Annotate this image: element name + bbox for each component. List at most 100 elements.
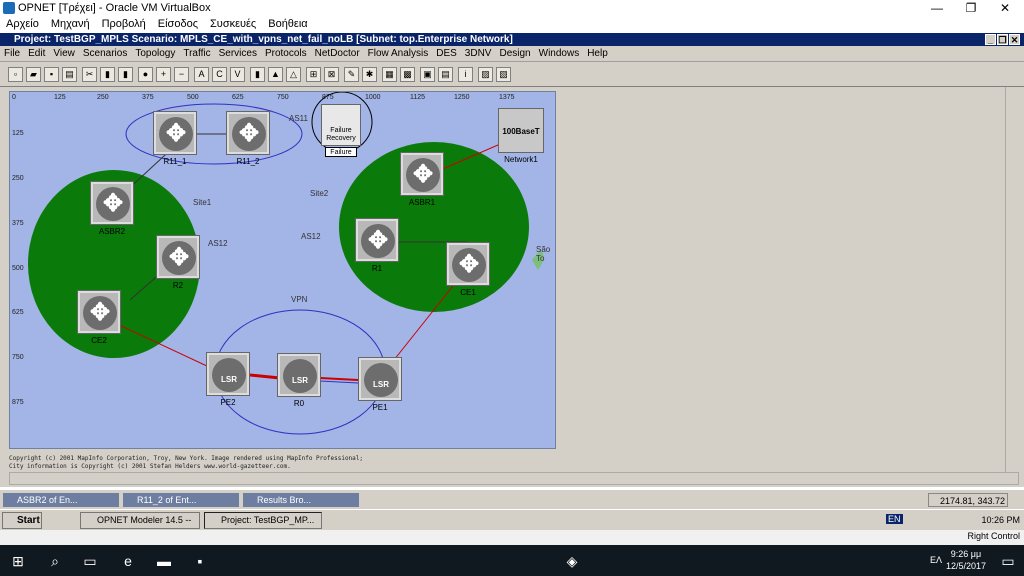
router-r0[interactable]: LSR xyxy=(277,353,321,397)
menu-file[interactable]: File xyxy=(0,46,24,62)
zoom-out-icon[interactable]: − xyxy=(174,67,189,82)
info-icon[interactable]: i xyxy=(458,67,473,82)
vbox-menu-file[interactable]: Αρχείο xyxy=(0,16,45,33)
router-pe1[interactable]: LSR xyxy=(358,357,402,401)
project-close-button[interactable]: ✕ xyxy=(1009,34,1020,45)
minimized-window-results[interactable]: Results Bro... xyxy=(243,493,359,507)
menu-windows[interactable]: Windows xyxy=(535,46,584,62)
results-icon[interactable]: ▩ xyxy=(400,67,415,82)
router-ce1-label: CE1 xyxy=(460,288,476,297)
failure-recovery-node[interactable]: Failure Recovery xyxy=(321,104,361,146)
menu-netdoctor[interactable]: NetDoctor xyxy=(311,46,364,62)
minimized-window-asbr2[interactable]: ASBR2 of En... xyxy=(3,493,119,507)
save-icon[interactable]: ▪ xyxy=(44,67,59,82)
vpn-label: VPN xyxy=(291,295,308,304)
task-opnet-modeler[interactable]: OPNET Modeler 14.5 -- E... xyxy=(80,512,200,540)
report-icon[interactable]: ▧ xyxy=(496,67,511,82)
link-icon[interactable]: ⊠ xyxy=(324,67,339,82)
triangle-icon[interactable]: △ xyxy=(286,67,301,82)
as12-mid-label: AS12 xyxy=(301,232,321,241)
close-button[interactable]: ✕ xyxy=(988,0,1022,16)
menu-topology[interactable]: Topology xyxy=(131,46,179,62)
menu-edit[interactable]: Edit xyxy=(24,46,49,62)
opnet-menubar: File Edit View Scenarios Topology Traffic Serv… xyxy=(0,46,1024,62)
router-asbr2[interactable] xyxy=(90,181,134,225)
vbox-menu-help[interactable]: Βοήθεια xyxy=(262,16,313,33)
windows-start-icon[interactable]: ⊞ xyxy=(8,551,28,571)
menu-help[interactable]: Help xyxy=(583,46,612,62)
minimize-button[interactable]: — xyxy=(920,0,954,16)
vbox-menu-view[interactable]: Προβολή xyxy=(96,16,152,33)
vbox-menu-devices[interactable]: Συσκευές xyxy=(204,16,262,33)
router-r2[interactable] xyxy=(156,235,200,279)
bar-icon[interactable]: ▮ xyxy=(250,67,265,82)
router-r1[interactable] xyxy=(355,218,399,262)
router-ce2[interactable] xyxy=(77,290,121,334)
cut-icon[interactable]: ✂ xyxy=(82,67,97,82)
menu-flow-analysis[interactable]: Flow Analysis xyxy=(364,46,433,62)
menu-scenarios[interactable]: Scenarios xyxy=(79,46,131,62)
edge-icon[interactable]: e xyxy=(118,551,138,571)
menu-view[interactable]: View xyxy=(49,46,79,62)
router-r11-1[interactable] xyxy=(153,111,197,155)
graph-icon[interactable]: ▦ xyxy=(382,67,397,82)
topo-icon[interactable]: ▲ xyxy=(268,67,283,82)
menu-traffic[interactable]: Traffic xyxy=(179,46,214,62)
virtualbox-taskbar-icon[interactable]: ◈ xyxy=(562,551,582,571)
recover-icon[interactable]: ▮ xyxy=(118,67,133,82)
ace-icon[interactable]: A xyxy=(194,67,209,82)
cursor-coordinates: 2174.81, 343.72 xyxy=(928,493,1008,507)
window-icon[interactable]: ▣ xyxy=(420,67,435,82)
router-asbr1-label: ASBR1 xyxy=(408,198,436,207)
vbox-menubar: Αρχείο Μηχανή Προβολή Είσοδος Συσκευές Βοήθει… xyxy=(0,16,1024,33)
menu-protocols[interactable]: Protocols xyxy=(261,46,311,62)
router-pe1-label: PE1 xyxy=(372,403,388,412)
grid-icon[interactable]: ⊞ xyxy=(306,67,321,82)
horizontal-scrollbar[interactable] xyxy=(9,472,1019,485)
search-icon[interactable]: ⌕ xyxy=(45,551,65,571)
menu-des[interactable]: DES xyxy=(432,46,461,62)
maximize-button[interactable]: ❐ xyxy=(954,0,988,16)
router-ce1[interactable] xyxy=(446,242,490,286)
project-titlebar: Project: TestBGP_MPLS Scenario: MPLS_CE_… xyxy=(0,33,1024,46)
task-project[interactable]: Project: TestBGP_MP... xyxy=(204,512,322,529)
project-restore-button[interactable]: ❐ xyxy=(997,34,1008,45)
edit-icon[interactable]: ✎ xyxy=(344,67,359,82)
explorer-icon[interactable]: ▬ xyxy=(154,551,174,571)
menu-services[interactable]: Services xyxy=(215,46,261,62)
zoom-in-icon[interactable]: + xyxy=(156,67,171,82)
project-minimize-button[interactable]: _ xyxy=(985,34,996,45)
vertical-scrollbar[interactable] xyxy=(1005,87,1019,473)
minimized-window-r11-2[interactable]: R11_2 of Ent... xyxy=(123,493,239,507)
host-lang[interactable]: ΕΛ xyxy=(930,555,942,565)
hub-network1[interactable]: 100BaseT xyxy=(498,108,544,153)
guest-lang[interactable]: EN xyxy=(886,514,903,524)
ce-icon[interactable]: C xyxy=(212,67,227,82)
virtualbox-icon xyxy=(3,2,15,14)
vbox-menu-machine[interactable]: Μηχανή xyxy=(45,16,96,33)
start-button[interactable]: Start xyxy=(2,512,42,529)
router-asbr1[interactable] xyxy=(400,152,444,196)
fail-icon[interactable]: ▮ xyxy=(100,67,115,82)
stats-icon[interactable]: ✱ xyxy=(362,67,377,82)
router-pe2[interactable]: LSR xyxy=(206,352,250,396)
export-icon[interactable]: ▨ xyxy=(478,67,493,82)
menu-design[interactable]: Design xyxy=(495,46,534,62)
print-icon[interactable]: ▤ xyxy=(62,67,77,82)
vne-icon[interactable]: V xyxy=(230,67,245,82)
pin-icon[interactable]: ● xyxy=(138,67,153,82)
notifications-icon[interactable]: ▭ xyxy=(998,551,1018,571)
network-map[interactable]: 0 125 250 375 500 625 750 875 1000 1125 … xyxy=(9,91,556,449)
as12-left-label: AS12 xyxy=(208,239,228,248)
table-icon[interactable]: ▤ xyxy=(438,67,453,82)
open-icon[interactable]: ▰ xyxy=(26,67,41,82)
opnet-window-bar: ASBR2 of En... R11_2 of Ent... Results B… xyxy=(0,489,1024,509)
link-r0-pe1-blue xyxy=(319,380,359,384)
vbox-menu-input[interactable]: Είσοδος xyxy=(152,16,204,33)
host-clock: 9:26 μμ 12/5/2017 xyxy=(945,549,986,571)
new-icon[interactable]: ▫ xyxy=(8,67,23,82)
task-view-icon[interactable]: ▭ xyxy=(80,551,100,571)
app-icon[interactable]: ▪ xyxy=(190,551,210,571)
router-r11-2[interactable] xyxy=(226,111,270,155)
menu-3dnv[interactable]: 3DNV xyxy=(461,46,496,62)
